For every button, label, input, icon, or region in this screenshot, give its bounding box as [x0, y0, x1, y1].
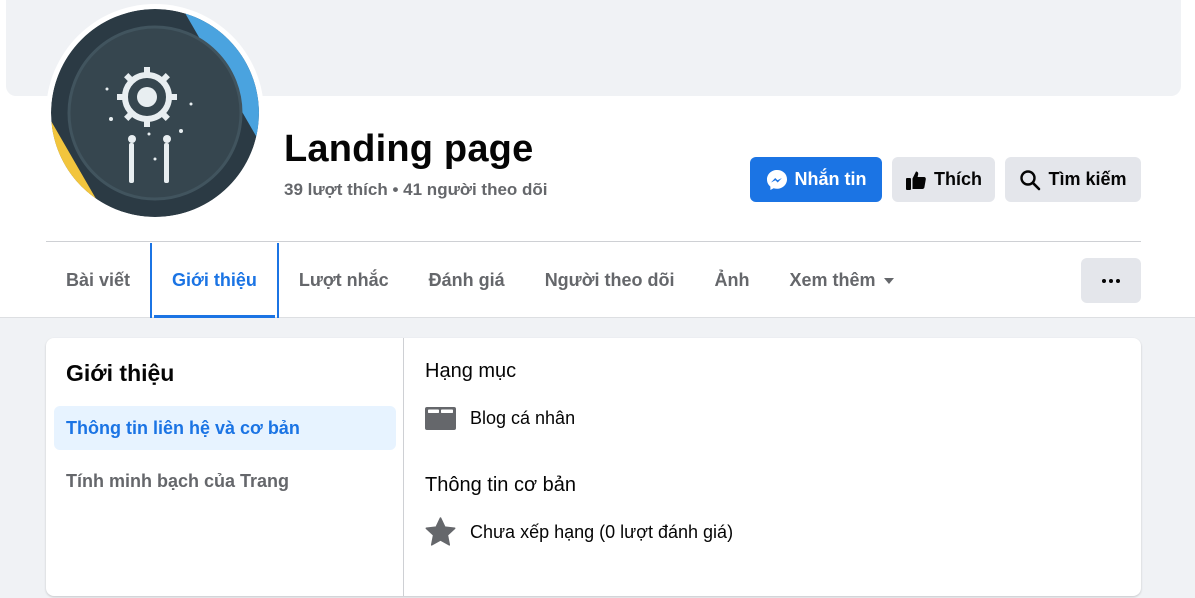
tab-followers[interactable]: Người theo dõi [525, 243, 695, 318]
page-stats: 39 lượt thích • 41 người theo dõi [284, 180, 548, 200]
page-title: Landing page [284, 128, 534, 170]
tab-more-label: Xem thêm [789, 270, 876, 290]
more-dots-icon [1102, 278, 1120, 283]
search-button-label: Tìm kiếm [1048, 169, 1127, 189]
avatar-image [51, 9, 259, 217]
sidebar-item-contact-basic-info[interactable]: Thông tin liên hệ và cơ bản [54, 406, 396, 450]
about-card: Giới thiệu Thông tin liên hệ và cơ bản T… [46, 338, 1141, 596]
tab-more[interactable]: Xem thêm [770, 243, 914, 318]
sidebar-item-page-transparency[interactable]: Tính minh bạch của Trang [54, 459, 396, 503]
more-options-button[interactable] [1081, 258, 1141, 303]
star-icon [425, 517, 456, 546]
rating-row: Chưa xếp hạng (0 lượt đánh giá) [425, 517, 733, 547]
category-row: Blog cá nhân [425, 406, 575, 430]
tab-reviews-label: Đánh giá [428, 270, 505, 290]
like-button-label: Thích [934, 169, 982, 189]
message-button-label: Nhắn tin [794, 169, 867, 189]
tab-followers-label: Người theo dõi [544, 270, 675, 290]
category-value[interactable]: Blog cá nhân [470, 408, 575, 429]
search-button[interactable]: Tìm kiếm [1005, 157, 1141, 202]
thumbs-up-icon [906, 171, 926, 190]
tab-photos[interactable]: Ảnh [695, 243, 770, 318]
tab-posts[interactable]: Bài viết [46, 243, 150, 318]
about-sidebar: Giới thiệu Thông tin liên hệ và cơ bản T… [46, 338, 404, 596]
tab-posts-label: Bài viết [66, 270, 131, 290]
tab-about[interactable]: Giới thiệu [150, 243, 279, 318]
messenger-icon [766, 169, 787, 190]
about-title: Giới thiệu [66, 360, 175, 386]
sidebar-item-label: Tính minh bạch của Trang [66, 470, 290, 491]
category-section-title: Hạng mục [425, 360, 517, 382]
message-button[interactable]: Nhắn tin [750, 157, 882, 202]
basic-info-section-title: Thông tin cơ bản [425, 474, 576, 496]
tab-reviews[interactable]: Đánh giá [409, 243, 525, 318]
search-icon [1020, 169, 1041, 190]
tab-mentions-label: Lượt nhắc [298, 270, 389, 290]
tab-about-label: Giới thiệu [172, 270, 257, 290]
page-tabs: Bài viết Giới thiệu Lượt nhắc Đánh giá N… [46, 243, 914, 318]
page-header: Landing page 39 lượt thích • 41 người th… [0, 0, 1195, 318]
rating-value: Chưa xếp hạng (0 lượt đánh giá) [470, 521, 734, 542]
profile-avatar[interactable] [46, 4, 264, 222]
tab-photos-label: Ảnh [714, 270, 750, 290]
like-button[interactable]: Thích [892, 157, 995, 202]
header-divider [46, 241, 1141, 242]
likes-count[interactable]: 39 lượt thích [284, 180, 388, 199]
stats-separator: • [392, 180, 399, 199]
followers-count[interactable]: 41 người theo dõi [403, 180, 547, 199]
folder-icon [425, 407, 456, 430]
sidebar-item-label: Thông tin liên hệ và cơ bản [66, 417, 300, 438]
avatar-logo-icon [51, 9, 259, 217]
caret-down-icon [883, 277, 894, 284]
tab-mentions[interactable]: Lượt nhắc [279, 243, 409, 318]
